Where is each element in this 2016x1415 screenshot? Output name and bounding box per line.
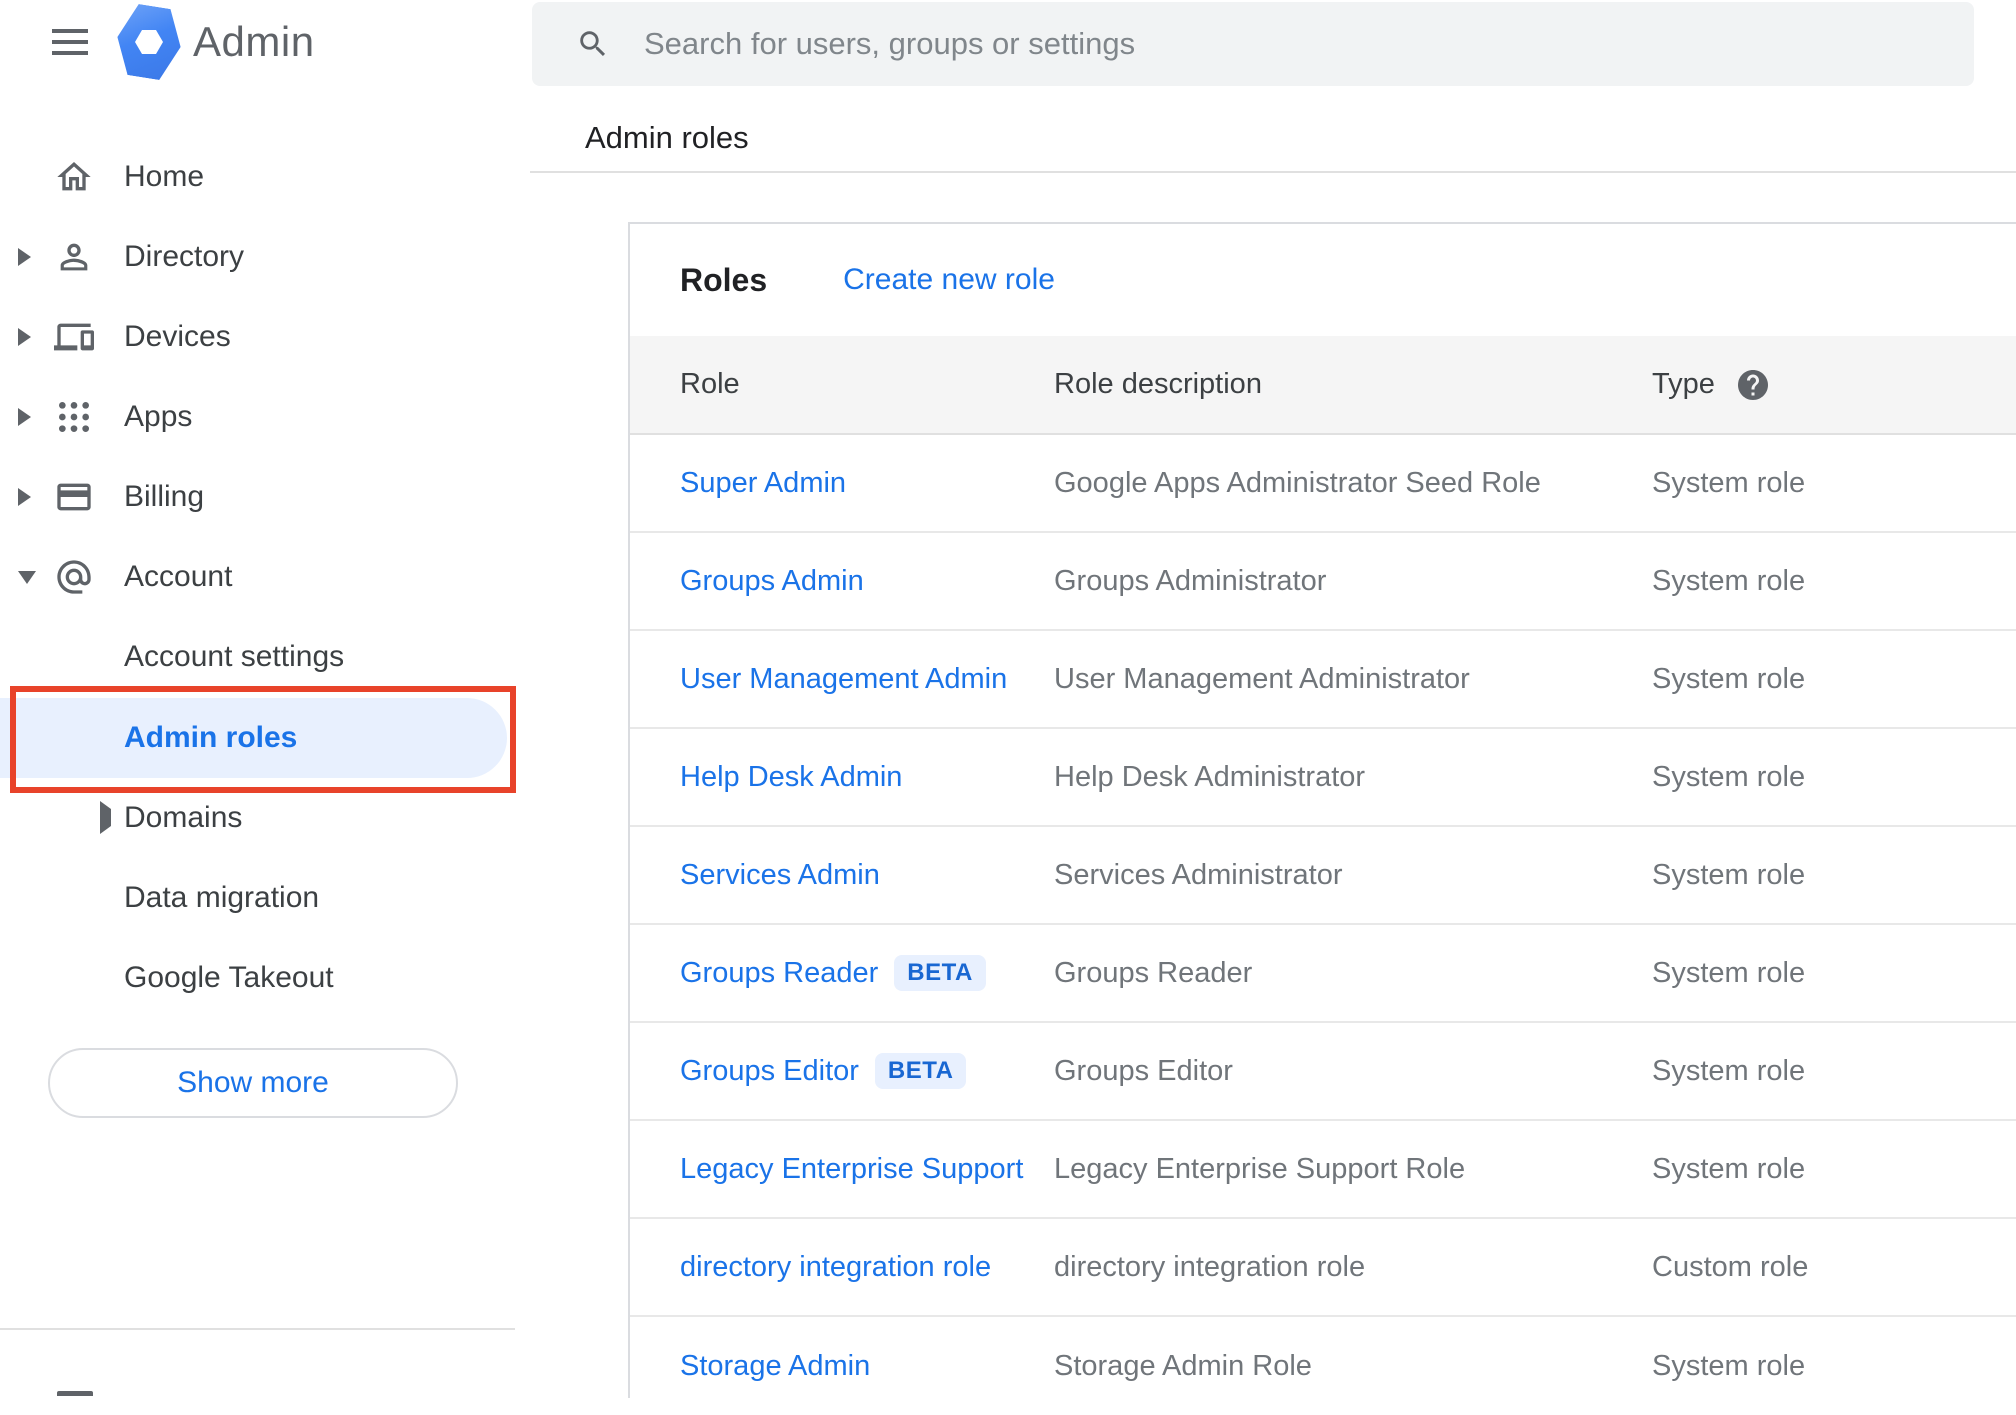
role-description: Groups Editor	[1054, 1054, 1233, 1087]
sidebar-item-domains[interactable]: Domains	[0, 778, 515, 858]
column-header-role: Role	[680, 368, 740, 400]
footer-partial-icon	[57, 1391, 93, 1396]
table-row: Help Desk Admin Help Desk Administrator …	[630, 729, 2016, 827]
role-description: Services Administrator	[1054, 858, 1343, 891]
menu-icon[interactable]	[46, 18, 94, 66]
expand-arrow-icon[interactable]	[18, 328, 38, 346]
sidebar-item-label: Devices	[124, 320, 231, 353]
sidebar-item-account-settings[interactable]: Account settings	[0, 617, 515, 697]
collapse-arrow-icon[interactable]	[18, 570, 38, 584]
role-type: System role	[1652, 1349, 1806, 1382]
apps-grid-icon	[54, 397, 94, 437]
role-type: System role	[1652, 1152, 1806, 1185]
table-row: Services Admin Services Administrator Sy…	[630, 827, 2016, 925]
sidebar-item-home[interactable]: Home	[0, 137, 515, 217]
role-link[interactable]: Groups Reader	[680, 957, 878, 990]
role-link[interactable]: User Management Admin	[680, 663, 1007, 696]
table-row: Groups Admin Groups Administrator System…	[630, 533, 2016, 631]
home-icon	[54, 157, 94, 197]
sidebar: Admin Home Directory Devices Apps Billin…	[0, 0, 516, 1396]
role-description: directory integration role	[1054, 1250, 1366, 1283]
table-row: Super Admin Google Apps Administrator Se…	[630, 435, 2016, 533]
role-type: System role	[1652, 760, 1806, 793]
card-title-row: Roles Create new role	[630, 224, 2016, 336]
table-header-row: Role Role description Type	[630, 336, 2016, 435]
role-link[interactable]: Groups Admin	[680, 565, 864, 598]
beta-badge: BETA	[874, 1053, 967, 1089]
expand-arrow-icon[interactable]	[18, 248, 38, 266]
role-link[interactable]: Super Admin	[680, 467, 846, 500]
sidebar-item-label: Account	[124, 560, 233, 593]
role-description: Groups Administrator	[1054, 564, 1327, 597]
role-description: User Management Administrator	[1054, 662, 1470, 695]
role-description: Groups Reader	[1054, 956, 1253, 989]
create-new-role-link[interactable]: Create new role	[843, 263, 1055, 297]
person-icon	[54, 237, 94, 277]
role-type: System role	[1652, 662, 1806, 695]
roles-card: Roles Create new role Role Role descript…	[628, 222, 2016, 1415]
search-input[interactable]: Search for users, groups or settings	[532, 2, 1974, 86]
devices-icon	[54, 317, 94, 357]
role-type: System role	[1652, 956, 1806, 989]
role-type: Custom role	[1652, 1250, 1809, 1283]
role-type: System role	[1652, 564, 1806, 597]
sidebar-item-admin-roles[interactable]: Admin roles	[0, 698, 515, 778]
header-divider	[530, 171, 2016, 173]
expand-arrow-icon[interactable]	[18, 488, 38, 506]
search-placeholder: Search for users, groups or settings	[644, 26, 1136, 61]
role-link[interactable]: Legacy Enterprise Support	[680, 1153, 1023, 1186]
table-row: Groups Reader BETA Groups Reader System …	[630, 925, 2016, 1023]
table-row: Groups Editor BETA Groups Editor System …	[630, 1023, 2016, 1121]
sidebar-item-label: Data migration	[124, 881, 320, 914]
column-header-type: Type	[1652, 367, 2016, 403]
sidebar-item-label: Account settings	[124, 640, 345, 673]
sidebar-item-label: Admin roles	[124, 721, 298, 754]
sidebar-item-billing[interactable]: Billing	[0, 457, 515, 537]
column-header-description: Role description	[1054, 368, 1262, 400]
role-link[interactable]: directory integration role	[680, 1251, 991, 1284]
role-link[interactable]: Groups Editor	[680, 1055, 859, 1088]
sidebar-item-account[interactable]: Account	[0, 537, 515, 617]
sidebar-item-label: Home	[124, 160, 205, 193]
sidebar-item-label: Domains	[124, 801, 243, 834]
expand-arrow-icon[interactable]	[18, 408, 38, 426]
help-circle-icon[interactable]	[1735, 367, 1771, 403]
role-link[interactable]: Services Admin	[680, 859, 880, 892]
show-more-button[interactable]: Show more	[48, 1048, 458, 1118]
sidebar-item-label: Google Takeout	[124, 961, 334, 994]
sidebar-item-apps[interactable]: Apps	[0, 377, 515, 457]
role-type: System role	[1652, 858, 1806, 891]
table-row: directory integration role directory int…	[630, 1219, 2016, 1317]
role-description: Google Apps Administrator Seed Role	[1054, 466, 1541, 499]
role-description: Legacy Enterprise Support Role	[1054, 1152, 1466, 1185]
breadcrumb: Admin roles	[585, 120, 749, 155]
app-title: Admin	[193, 18, 315, 65]
admin-logo-icon	[117, 6, 181, 78]
beta-badge: BETA	[894, 955, 986, 991]
sidebar-item-devices[interactable]: Devices	[0, 297, 515, 377]
role-description: Storage Admin Role	[1054, 1349, 1312, 1382]
table-row: Legacy Enterprise Support Legacy Enterpr…	[630, 1121, 2016, 1219]
sidebar-item-data-migration[interactable]: Data migration	[0, 858, 515, 938]
sidebar-item-label: Directory	[124, 240, 245, 273]
expand-arrow-icon[interactable]	[100, 801, 111, 834]
search-icon	[576, 27, 610, 61]
page-title: Roles	[680, 261, 768, 298]
credit-card-icon	[54, 477, 94, 517]
table-row: User Management Admin User Management Ad…	[630, 631, 2016, 729]
role-link[interactable]: Help Desk Admin	[680, 761, 902, 794]
role-link[interactable]: Storage Admin	[680, 1350, 870, 1383]
sidebar-item-label: Apps	[124, 400, 193, 433]
sidebar-footer-divider	[0, 1328, 515, 1330]
table-row: Storage Admin Storage Admin Role System …	[630, 1317, 2016, 1415]
sidebar-item-label: Billing	[124, 480, 205, 513]
sidebar-item-directory[interactable]: Directory	[0, 217, 515, 297]
at-sign-icon	[54, 557, 94, 597]
role-type: System role	[1652, 466, 1806, 499]
sidebar-item-google-takeout[interactable]: Google Takeout	[0, 938, 515, 1018]
role-description: Help Desk Administrator	[1054, 760, 1366, 793]
role-type: System role	[1652, 1054, 1806, 1087]
